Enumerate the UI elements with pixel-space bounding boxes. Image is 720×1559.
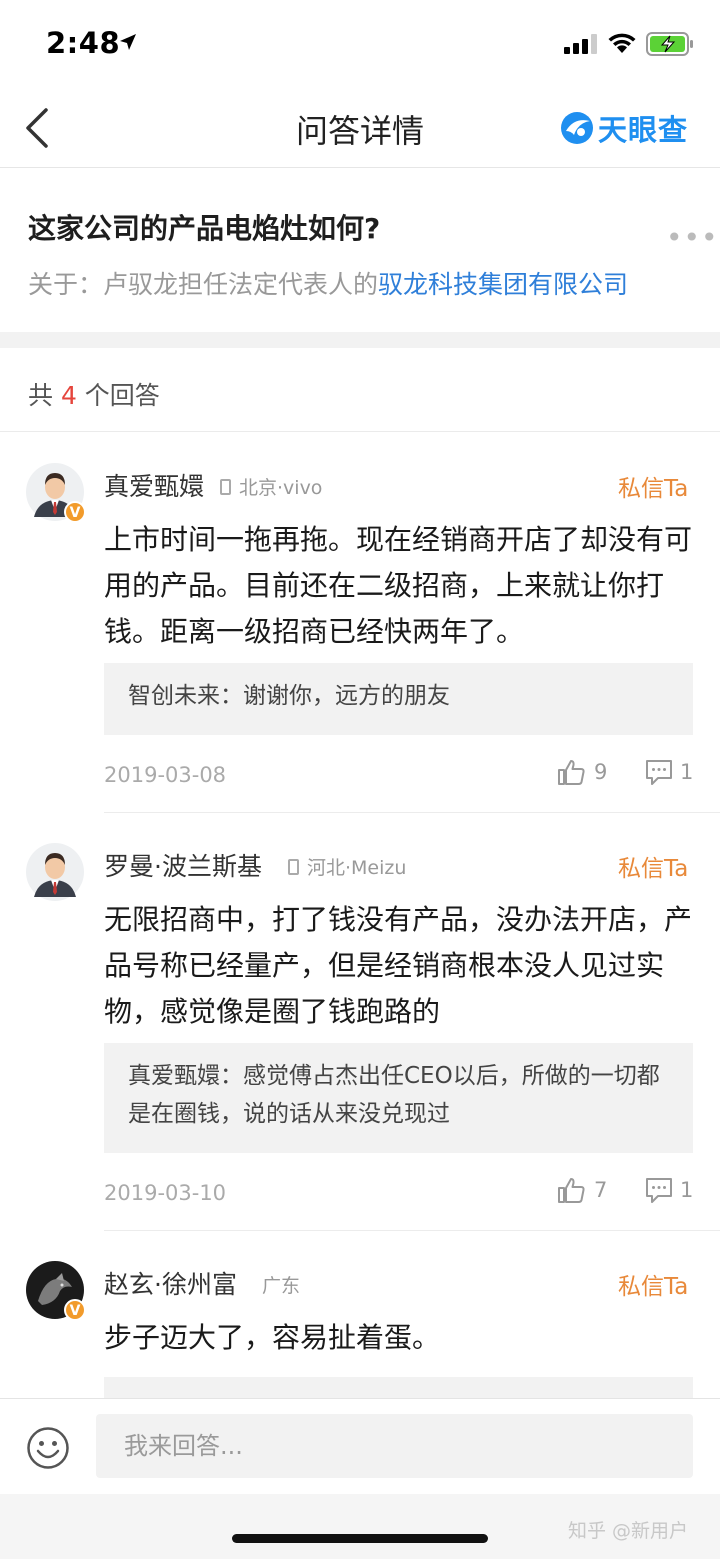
company-link[interactable]: 驭龙科技集团有限公司 bbox=[378, 270, 628, 299]
phone-icon bbox=[288, 858, 299, 875]
comment-icon bbox=[646, 760, 672, 785]
home-indicator-area: 知乎 @新用户 bbox=[0, 1494, 720, 1559]
answer-author[interactable]: 罗曼·波兰斯基 bbox=[104, 847, 262, 883]
answer-meta: 广东 bbox=[262, 1275, 301, 1297]
more-options-icon[interactable]: ••• bbox=[666, 221, 719, 254]
answers-count-text: 共 4 个回答 bbox=[28, 381, 160, 410]
comment-count: 1 bbox=[680, 760, 694, 784]
question-header: 这家公司的产品电焰灶如何? ••• 关于：卢驭龙担任法定代表人的驭龙科技集团有限… bbox=[0, 169, 720, 332]
reply-box[interactable]: 智创未来：谢谢你，远方的朋友 bbox=[104, 663, 693, 735]
answer-input[interactable] bbox=[96, 1414, 693, 1478]
emoji-icon[interactable] bbox=[26, 1426, 70, 1470]
answer-author[interactable]: 真爱甄嬛 bbox=[104, 467, 204, 503]
answer-content: 无限招商中，打了钱没有产品，没办法开店，产品号称已经量产，但是经销商根本没人见过… bbox=[104, 903, 693, 1028]
answer-item: V 真爱甄嬛 北京·vivo 私信Ta 上市时间一拖再拖。现在经销商开店了却没有… bbox=[0, 433, 720, 813]
location-arrow-icon bbox=[120, 34, 136, 50]
status-time: 2:48 bbox=[46, 26, 121, 60]
answer-content: 步子迈大了，容易扯着蛋。 bbox=[104, 1321, 441, 1354]
answer-content: 上市时间一拖再拖。现在经销商开店了却没有可用的产品。目前还在二级招商，上来就让你… bbox=[104, 523, 693, 648]
thumbs-up-icon bbox=[558, 760, 585, 785]
like-button[interactable]: 9 bbox=[556, 757, 607, 787]
verified-badge-icon: V bbox=[64, 501, 86, 523]
private-message-button[interactable]: 私信Ta bbox=[618, 1267, 688, 1301]
logo-text: 天眼查 bbox=[598, 113, 689, 147]
answer-item: 罗曼·波兰斯基 河北·Meizu 私信Ta 无限招商中，打了钱没有产品，没办法开… bbox=[0, 813, 720, 1231]
wifi-icon bbox=[608, 33, 636, 53]
status-bar: 2:48 bbox=[0, 0, 720, 88]
verified-badge-icon: V bbox=[64, 1299, 86, 1321]
user-avatar-icon bbox=[26, 843, 84, 901]
reply-box[interactable] bbox=[104, 1377, 693, 1398]
reply-box[interactable]: 真爱甄嬛：感觉傅占杰出任CEO以后，所做的一切都是在圈钱，说的话从来没兑现过 bbox=[104, 1043, 693, 1153]
avatar[interactable]: V bbox=[26, 463, 86, 523]
question-about: 关于：卢驭龙担任法定代表人的驭龙科技集团有限公司 bbox=[28, 265, 628, 301]
private-message-button[interactable]: 私信Ta bbox=[618, 849, 688, 883]
like-count: 9 bbox=[594, 760, 608, 784]
answer-author[interactable]: 赵玄·徐州富 bbox=[104, 1265, 237, 1301]
avatar[interactable] bbox=[26, 843, 84, 901]
battery-charging-icon bbox=[646, 32, 693, 56]
phone-icon bbox=[220, 478, 231, 495]
logo-mark-icon bbox=[561, 112, 593, 144]
answer-date: 2019-03-10 bbox=[104, 1181, 227, 1205]
answer-item: V 赵玄·徐州富 广东 私信Ta 步子迈大了，容易扯着蛋。 bbox=[0, 1231, 720, 1398]
answer-input-bar bbox=[0, 1398, 720, 1494]
home-indicator[interactable] bbox=[232, 1534, 488, 1543]
comment-button[interactable]: 1 bbox=[644, 1175, 693, 1205]
cellular-signal-icon bbox=[564, 34, 597, 54]
comment-count: 1 bbox=[680, 1178, 694, 1202]
answers-count-header: 共 4 个回答 bbox=[0, 348, 720, 432]
section-divider bbox=[0, 332, 720, 348]
answer-meta: 北京·vivo bbox=[220, 473, 322, 500]
avatar[interactable]: V bbox=[26, 1261, 86, 1321]
comment-icon bbox=[646, 1178, 672, 1203]
answers-count-number: 4 bbox=[60, 381, 77, 410]
tianyancha-logo: 天眼查 bbox=[560, 106, 688, 150]
about-prefix: 关于：卢驭龙担任法定代表人的 bbox=[28, 270, 379, 299]
watermark: 知乎 @新用户 bbox=[568, 1520, 689, 1542]
private-message-button[interactable]: 私信Ta bbox=[618, 469, 688, 503]
nav-bar: 问答详情 天眼查 bbox=[0, 88, 720, 168]
comment-button[interactable]: 1 bbox=[644, 757, 693, 787]
thumbs-up-icon bbox=[558, 1178, 585, 1203]
question-title: 这家公司的产品电焰灶如何? bbox=[28, 212, 381, 245]
answer-meta: 河北·Meizu bbox=[288, 853, 406, 880]
like-button[interactable]: 7 bbox=[556, 1175, 607, 1205]
answer-date: 2019-03-08 bbox=[104, 763, 227, 787]
like-count: 7 bbox=[594, 1178, 608, 1202]
